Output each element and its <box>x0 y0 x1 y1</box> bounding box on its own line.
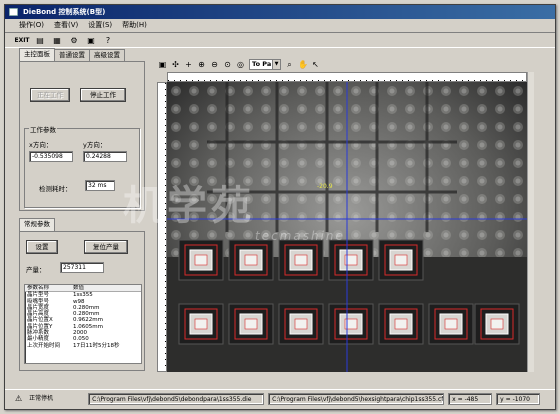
chip <box>328 303 374 345</box>
main-tabs: 主控面板 普通设置 高级设置 <box>19 48 147 61</box>
output-field: 257311 <box>60 262 104 273</box>
chip <box>228 239 274 281</box>
chip <box>378 303 424 345</box>
document-icon[interactable]: ▤ <box>34 34 46 46</box>
exit-button[interactable]: EXIT <box>14 34 29 46</box>
chip <box>278 239 324 281</box>
tab-main-control[interactable]: 主控面板 <box>19 48 55 61</box>
chart-icon[interactable]: ▦ <box>51 34 63 46</box>
y-offset-field[interactable]: 0.24288 <box>83 151 127 162</box>
output-label: 产量： <box>26 266 46 274</box>
chip <box>428 303 474 345</box>
tool-icon[interactable]: ✣ <box>171 60 180 69</box>
reset-output-button[interactable]: 复位产量 <box>84 240 128 254</box>
help-icon[interactable]: ? <box>102 34 114 46</box>
document-grid-icon[interactable]: ▣ <box>85 34 97 46</box>
image-panel: ▣ ✣ + ⊕ ⊖ ⊙ ◎ To Pa ▼ ⌕ ✋ ↖ -20.9 <box>155 57 534 381</box>
param-value-header: 数值 <box>73 285 85 291</box>
hand-icon[interactable]: ✋ <box>298 60 308 69</box>
main-window: DieBond 控制系统(B型) 操作(O) 查看(V) 设置(S) 帮助(H)… <box>4 4 556 410</box>
center-label: -20.9 <box>317 183 333 190</box>
status-path-die: C:\Program Files\vfj\debond5\debondpara\… <box>88 392 265 405</box>
common-tabs: 常规参数 <box>19 218 55 231</box>
zoom-fit-icon[interactable]: ⊙ <box>223 60 232 69</box>
settings-icon[interactable]: ⚙ <box>68 34 80 46</box>
pointer-icon[interactable]: ↖ <box>311 60 320 69</box>
top-ruler <box>167 72 527 82</box>
chip <box>378 239 424 281</box>
y-direction-label: y方向： <box>83 141 107 149</box>
status-icon: ⚠ <box>15 394 23 403</box>
status-state: 正常停机 <box>29 394 54 402</box>
window-title: DieBond 控制系统(B型) <box>23 8 106 16</box>
status-bar: ⚠ 正常停机 C:\Program Files\vfj\debond5\debo… <box>5 389 555 407</box>
common-panel: 设置 复位产量 产量： 257311 参数名称 数值 晶片型号 1ss355 吸嘴… <box>19 231 145 371</box>
start-work-button[interactable]: 正在工作 <box>30 88 70 102</box>
param-list[interactable]: 参数名称 数值 晶片型号 1ss355 吸嘴型号 w98 晶片宽度 0.280mm 晶… <box>24 284 142 364</box>
crosshair-icon[interactable]: + <box>184 60 193 69</box>
camera-image: -20.9 <box>167 82 527 372</box>
left-ruler <box>157 82 167 372</box>
param-value: 17日11时5分18秒 <box>73 342 120 349</box>
zoom-in-icon[interactable]: ⊕ <box>197 60 206 69</box>
detect-time-field: 32 ms <box>85 180 115 191</box>
menu-operate[interactable]: 操作(O) <box>19 20 44 30</box>
menu-help[interactable]: 帮助(H) <box>122 20 147 30</box>
left-panel: 主控面板 普通设置 高级设置 正在工作 停止工作 工作参数 x方向： y方向： … <box>19 48 147 379</box>
settings-button[interactable]: 设置 <box>26 240 58 254</box>
menu-settings[interactable]: 设置(S) <box>88 20 112 30</box>
watermark-sub: tecmashine <box>255 229 345 243</box>
main-toolbar: EXIT ▤ ▦ ⚙ ▣ ? <box>5 32 555 48</box>
detect-time-label: 检测耗时： <box>39 185 72 193</box>
status-path-cfg: C:\Program Files\vfj\debond5\hexsightpar… <box>268 392 445 405</box>
image-toolbar: ▣ ✣ + ⊕ ⊖ ⊙ ◎ To Pa ▼ ⌕ ✋ ↖ <box>155 57 533 71</box>
zoom-select-value: To Pa <box>252 59 272 68</box>
chip <box>278 303 324 345</box>
menu-bar: 操作(O) 查看(V) 设置(S) 帮助(H) <box>5 19 555 31</box>
chip <box>328 239 374 281</box>
status-y-coord: y = -1070 <box>496 392 541 405</box>
zoom-actual-icon[interactable]: ◎ <box>236 60 245 69</box>
work-params-title: 工作参数 <box>29 124 57 134</box>
tab-normal-settings[interactable]: 普通设置 <box>54 49 90 61</box>
param-name: 上次开始时间 <box>27 342 61 349</box>
work-params-group: 工作参数 x方向： y方向： -0.535098 0.24288 检测耗时： 3… <box>24 124 140 208</box>
param-name-header: 参数名称 <box>27 285 50 291</box>
save-image-icon[interactable]: ▣ <box>158 60 167 69</box>
search-icon[interactable]: ⌕ <box>285 60 294 69</box>
vertical-scrollbar[interactable] <box>527 72 534 372</box>
chevron-down-icon: ▼ <box>272 59 280 69</box>
camera-view[interactable]: -20.9 <box>167 82 527 372</box>
control-panel: 正在工作 停止工作 工作参数 x方向： y方向： -0.535098 0.242… <box>19 61 145 211</box>
x-direction-label: x方向： <box>29 141 53 149</box>
app-icon <box>9 8 18 16</box>
zoom-select[interactable]: To Pa ▼ <box>249 58 281 70</box>
chip <box>178 303 224 345</box>
chip <box>178 239 224 281</box>
zoom-out-icon[interactable]: ⊖ <box>210 60 219 69</box>
title-bar: DieBond 控制系统(B型) <box>5 5 555 19</box>
chip <box>228 303 274 345</box>
stop-work-button[interactable]: 停止工作 <box>80 88 126 102</box>
tab-common-params[interactable]: 常规参数 <box>19 218 55 231</box>
tab-advanced-settings[interactable]: 高级设置 <box>89 49 125 61</box>
chip <box>474 303 520 345</box>
menu-view[interactable]: 查看(V) <box>54 20 78 30</box>
list-item[interactable]: 上次开始时间 17日11时5分18秒 <box>25 343 141 349</box>
status-x-coord: x = -485 <box>448 392 493 405</box>
x-offset-field[interactable]: -0.535098 <box>29 151 73 162</box>
